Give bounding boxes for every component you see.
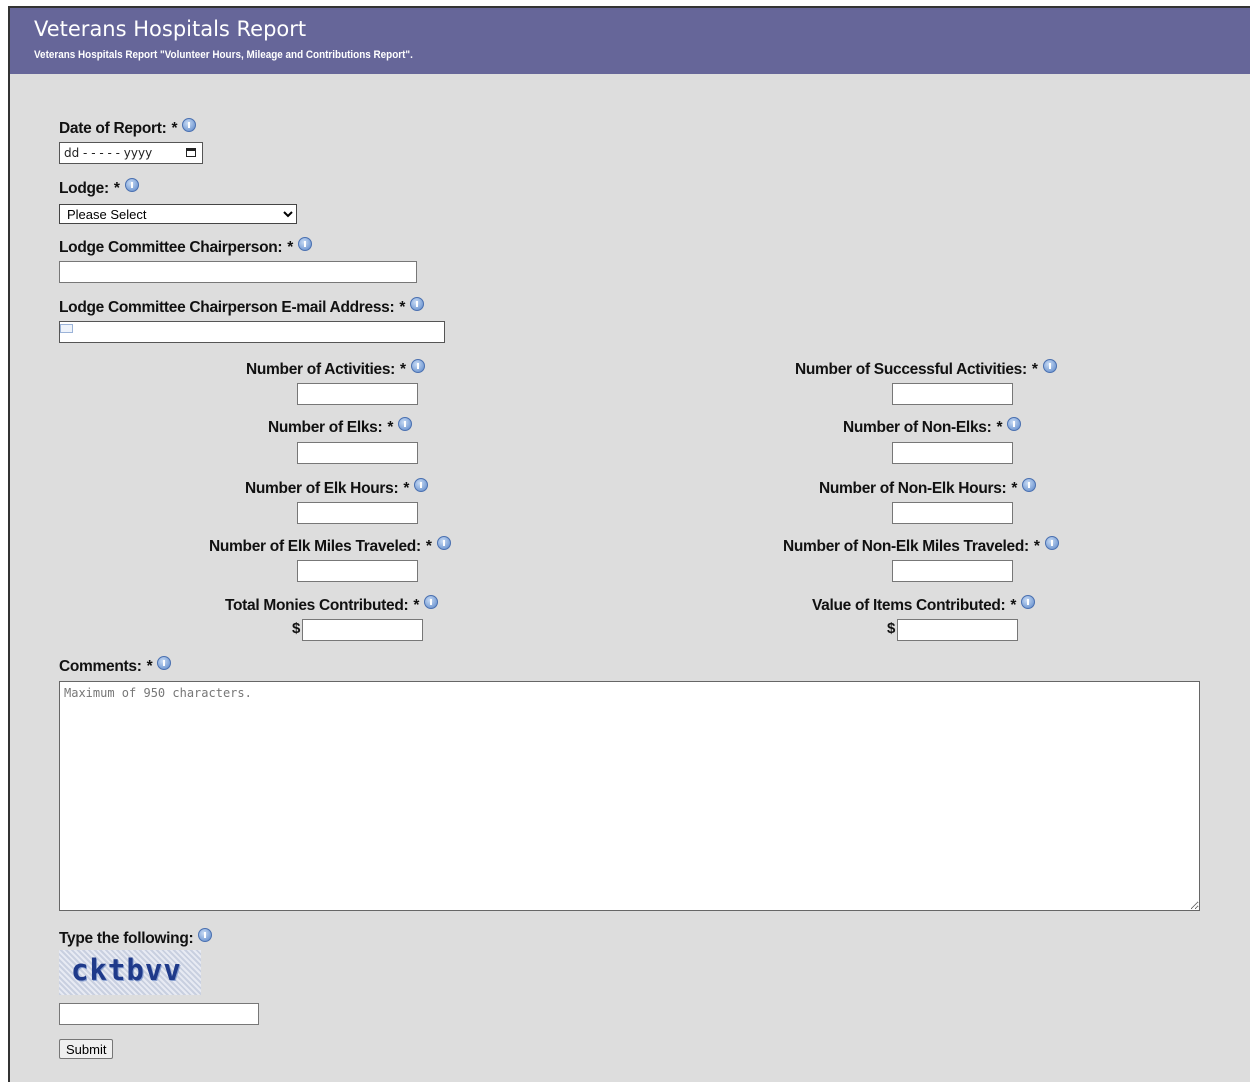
monies-label: Total Monies Contributed: * bbox=[225, 595, 439, 615]
email-text: Lodge Committee Chairperson E-mail Addre… bbox=[59, 299, 395, 316]
monies-input[interactable] bbox=[302, 619, 423, 641]
chairperson-text: Lodge Committee Chairperson: bbox=[59, 239, 283, 256]
activities-label: Number of Activities: * bbox=[246, 359, 425, 379]
items-value-label: Value of Items Contributed: * bbox=[812, 595, 1036, 615]
required-mark: * bbox=[113, 180, 120, 197]
activities-text: Number of Activities: bbox=[246, 361, 396, 378]
required-mark: * bbox=[146, 658, 153, 675]
info-icon[interactable] bbox=[436, 536, 451, 550]
page-header: Veterans Hospitals Report Veterans Hospi… bbox=[10, 8, 1250, 74]
elk-hours-input[interactable] bbox=[297, 502, 418, 524]
page-title: Veterans Hospitals Report bbox=[34, 17, 307, 41]
non-elks-label: Number of Non-Elks: * bbox=[843, 417, 1022, 437]
info-icon[interactable] bbox=[1022, 478, 1037, 492]
non-elk-miles-label: Number of Non-Elk Miles Traveled: * bbox=[783, 536, 1059, 556]
non-elk-miles-text: Number of Non-Elk Miles Traveled: bbox=[783, 538, 1029, 555]
required-mark: * bbox=[1011, 480, 1018, 497]
required-mark: * bbox=[387, 419, 394, 436]
successful-activities-text: Number of Successful Activities: bbox=[795, 361, 1027, 378]
info-icon[interactable] bbox=[124, 178, 139, 192]
date-of-report-label: Date of Report: * bbox=[59, 118, 197, 138]
elks-text: Number of Elks: bbox=[268, 419, 383, 436]
required-mark: * bbox=[287, 239, 293, 256]
items-value-text: Value of Items Contributed: bbox=[812, 597, 1006, 614]
comments-textarea[interactable] bbox=[59, 681, 1200, 911]
elk-hours-label: Number of Elk Hours: * bbox=[245, 478, 429, 498]
info-icon[interactable] bbox=[1044, 536, 1059, 550]
date-of-report-text: Date of Report: bbox=[59, 120, 167, 137]
captcha-label: Type the following: bbox=[59, 928, 213, 948]
elk-miles-text: Number of Elk Miles Traveled: bbox=[209, 538, 421, 555]
page-subtitle: Veterans Hospitals Report "Volunteer Hou… bbox=[34, 49, 413, 61]
required-mark: * bbox=[425, 538, 432, 555]
non-elks-text: Number of Non-Elks: bbox=[843, 419, 992, 436]
elk-miles-label: Number of Elk Miles Traveled: * bbox=[209, 536, 451, 556]
required-mark: * bbox=[413, 597, 420, 614]
info-icon[interactable] bbox=[182, 118, 197, 132]
monies-text: Total Monies Contributed: bbox=[225, 597, 409, 614]
form-container: Veterans Hospitals Report Veterans Hospi… bbox=[8, 6, 1250, 1082]
required-mark: * bbox=[403, 480, 410, 497]
info-icon[interactable] bbox=[410, 297, 425, 311]
lodge-label: Lodge: * bbox=[59, 178, 139, 198]
info-icon[interactable] bbox=[410, 359, 425, 373]
required-mark: * bbox=[171, 120, 178, 137]
comments-label: Comments: * bbox=[59, 656, 172, 676]
calendar-icon[interactable] bbox=[186, 148, 196, 157]
required-mark: * bbox=[996, 419, 1003, 436]
submit-button[interactable]: Submit bbox=[59, 1039, 114, 1059]
activities-input[interactable] bbox=[297, 383, 418, 405]
captcha-code: cktbvv bbox=[71, 953, 182, 987]
envelope-icon bbox=[60, 324, 73, 333]
successful-activities-label: Number of Successful Activities: * bbox=[795, 359, 1057, 379]
required-mark: * bbox=[400, 361, 406, 378]
lodge-select[interactable]: Please Select bbox=[59, 204, 297, 224]
non-elk-hours-label: Number of Non-Elk Hours: * bbox=[819, 478, 1037, 498]
chairperson-input[interactable] bbox=[59, 261, 417, 283]
info-icon[interactable] bbox=[157, 656, 172, 670]
items-value-input[interactable] bbox=[897, 619, 1018, 641]
successful-activities-input[interactable] bbox=[892, 383, 1013, 405]
comments-text: Comments: bbox=[59, 658, 142, 675]
chairperson-label: Lodge Committee Chairperson: * bbox=[59, 237, 312, 257]
non-elk-miles-input[interactable] bbox=[892, 560, 1013, 582]
date-format-placeholder: dd - - - - - yyyy bbox=[64, 146, 153, 160]
info-icon[interactable] bbox=[298, 237, 312, 251]
elks-input[interactable] bbox=[297, 442, 418, 464]
email-label: Lodge Committee Chairperson E-mail Addre… bbox=[59, 297, 425, 317]
elk-miles-input[interactable] bbox=[297, 560, 418, 582]
required-mark: * bbox=[399, 299, 406, 316]
info-icon[interactable] bbox=[1007, 417, 1022, 431]
captcha-input[interactable] bbox=[59, 1003, 259, 1025]
info-icon[interactable] bbox=[414, 478, 429, 492]
lodge-text: Lodge: bbox=[59, 180, 109, 197]
info-icon[interactable] bbox=[398, 417, 413, 431]
elks-label: Number of Elks: * bbox=[268, 417, 413, 437]
info-icon[interactable] bbox=[1042, 359, 1057, 373]
required-mark: * bbox=[1033, 538, 1040, 555]
captcha-image: cktbvv bbox=[59, 950, 201, 995]
currency-symbol: $ bbox=[887, 620, 896, 637]
currency-symbol: $ bbox=[292, 620, 301, 637]
date-of-report-input[interactable]: dd - - - - - yyyy bbox=[59, 142, 203, 164]
non-elks-input[interactable] bbox=[892, 442, 1013, 464]
email-input[interactable] bbox=[59, 321, 445, 343]
info-icon[interactable] bbox=[198, 928, 213, 942]
info-icon[interactable] bbox=[424, 595, 439, 609]
elk-hours-text: Number of Elk Hours: bbox=[245, 480, 399, 497]
info-icon[interactable] bbox=[1021, 595, 1036, 609]
captcha-text-label: Type the following: bbox=[59, 930, 194, 947]
required-mark: * bbox=[1010, 597, 1017, 614]
non-elk-hours-input[interactable] bbox=[892, 502, 1013, 524]
non-elk-hours-text: Number of Non-Elk Hours: bbox=[819, 480, 1007, 497]
required-mark: * bbox=[1031, 361, 1038, 378]
